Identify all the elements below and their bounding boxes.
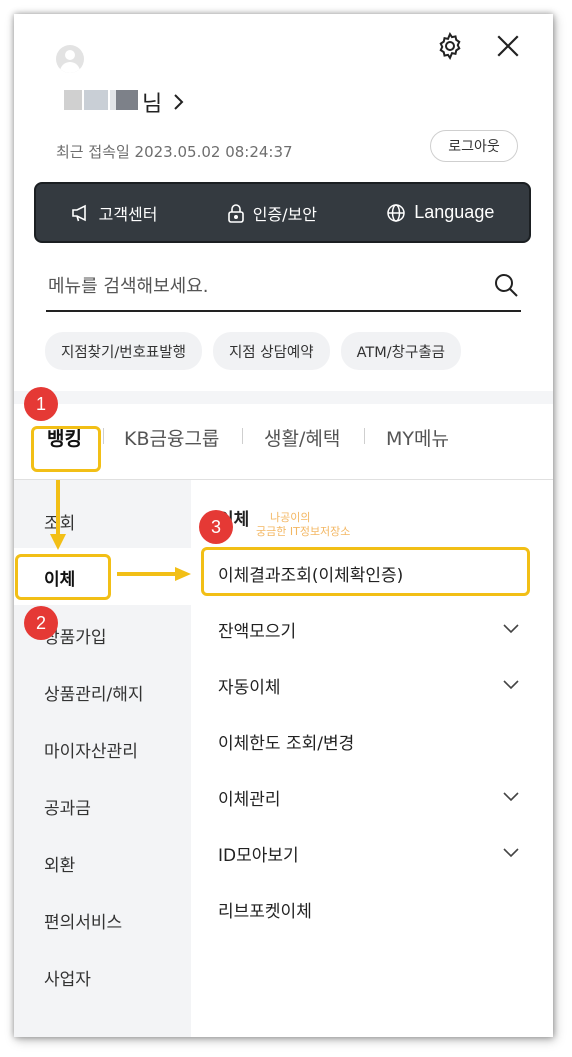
chip-atm-withdrawal[interactable]: ATM/창구출금	[340, 332, 462, 370]
username-link[interactable]: 님	[142, 86, 184, 118]
chevron-down-icon[interactable]	[502, 791, 520, 803]
nav-item-business[interactable]: 사업자	[44, 965, 91, 990]
search-input[interactable]	[46, 270, 470, 302]
nav-item-convenience[interactable]: 편의서비스	[44, 908, 122, 933]
watermark-line1: 나공이의	[270, 511, 311, 524]
nav-item-foreign-exchange[interactable]: 외환	[44, 851, 75, 876]
chevron-down-icon[interactable]	[502, 623, 520, 635]
arrow-down-icon	[50, 480, 66, 550]
watermark: 나공이의 궁금한 IT정보저장소	[256, 511, 350, 539]
tab-divider	[103, 428, 104, 444]
username-blur	[64, 90, 82, 110]
step-badge-1: 1	[24, 387, 58, 421]
tab-kb-group[interactable]: KB금융그룹	[124, 424, 219, 451]
menu-panel: 님 최근 접속일 2023.05.02 08:24:37 로그아웃 고객센터 인…	[14, 14, 553, 1037]
submenu-item-auto-transfer[interactable]: 자동이체	[218, 673, 281, 698]
customer-center-button[interactable]: 고객센터	[71, 201, 158, 225]
search-icon[interactable]	[493, 272, 519, 298]
chevron-down-icon[interactable]	[502, 847, 520, 859]
submenu-item-liiv-pocket[interactable]: 리브포켓이체	[218, 897, 312, 922]
submenu-item-balance-gather[interactable]: 잔액모으기	[218, 617, 296, 642]
search-bar	[46, 264, 521, 312]
language-button[interactable]: Language	[386, 202, 494, 223]
arrow-right-icon	[117, 567, 191, 581]
close-icon	[497, 35, 519, 57]
settings-button[interactable]	[432, 28, 468, 64]
gear-icon	[439, 32, 461, 60]
submenu-item-id-collect[interactable]: ID모아보기	[218, 841, 299, 866]
nav-item-product-manage[interactable]: 상품관리/해지	[44, 680, 144, 705]
tab-my-menu[interactable]: MY메뉴	[386, 424, 449, 451]
chip-branch-reservation[interactable]: 지점 상담예약	[212, 332, 330, 370]
megaphone-icon	[71, 204, 86, 221]
chevron-down-icon[interactable]	[502, 679, 520, 691]
last-login-text: 최근 접속일 2023.05.02 08:24:37	[56, 143, 293, 161]
username-suffix: 님	[142, 92, 163, 117]
language-label: Language	[414, 202, 495, 222]
security-button[interactable]: 인증/보안	[227, 201, 317, 225]
chevron-right-icon	[174, 94, 184, 110]
tab-divider	[364, 428, 365, 444]
section-divider	[14, 391, 553, 404]
quick-chips: 지점찾기/번호표발행 지점 상담예약 ATM/창구출금	[45, 332, 462, 370]
chip-branch-finder[interactable]: 지점찾기/번호표발행	[45, 332, 202, 370]
highlight-transfer-nav	[15, 554, 111, 600]
customer-center-label: 고객센터	[98, 204, 158, 224]
highlight-banking-tab	[31, 426, 101, 472]
quick-bar: 고객센터 인증/보안 Language	[34, 182, 531, 243]
nav-item-my-assets[interactable]: 마이자산관리	[44, 737, 138, 762]
globe-icon	[387, 203, 405, 222]
close-button[interactable]	[490, 28, 526, 64]
logout-button[interactable]: 로그아웃	[430, 130, 518, 162]
submenu-item-transfer-manage[interactable]: 이체관리	[218, 785, 281, 810]
watermark-line2: 궁금한 IT정보저장소	[256, 525, 351, 538]
step-badge-2: 2	[24, 606, 58, 640]
avatar	[56, 45, 84, 73]
lock-icon	[227, 203, 244, 223]
step-badge-3: 3	[199, 510, 233, 544]
username-blur	[116, 90, 138, 110]
tab-life-benefits[interactable]: 생활/혜택	[264, 424, 340, 451]
username-blur	[84, 90, 108, 110]
security-label: 인증/보안	[252, 204, 318, 224]
tab-divider	[242, 428, 243, 444]
highlight-transfer-result	[201, 547, 530, 596]
submenu-item-transfer-limit[interactable]: 이체한도 조회/변경	[218, 729, 354, 754]
nav-item-utility-bills[interactable]: 공과금	[44, 794, 91, 819]
